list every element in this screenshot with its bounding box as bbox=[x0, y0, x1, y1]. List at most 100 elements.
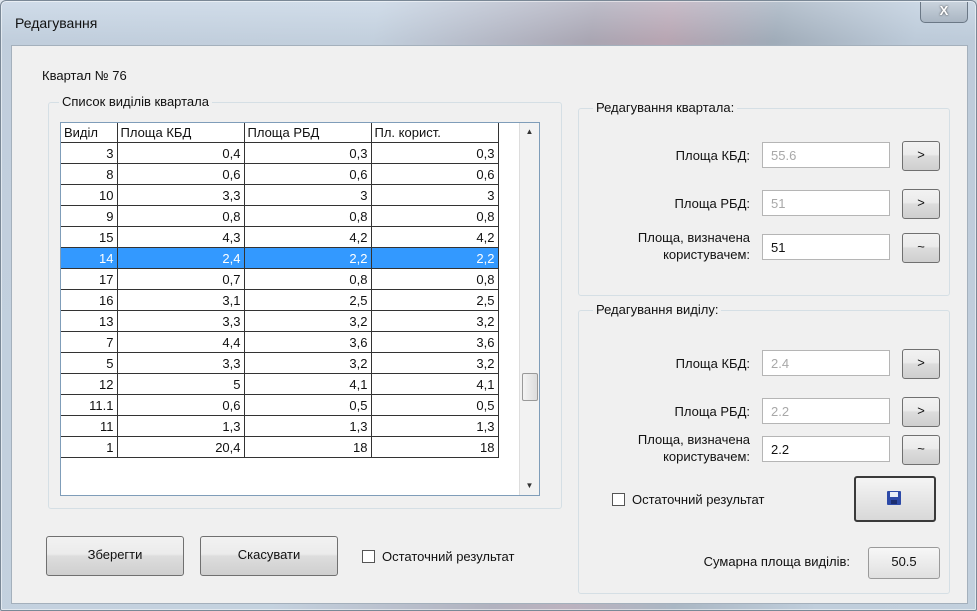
cell-kbd[interactable]: 0,6 bbox=[117, 163, 245, 185]
column-header-vydil[interactable]: Виділ bbox=[61, 123, 118, 143]
cancel-button[interactable]: Скасувати bbox=[200, 536, 338, 576]
quarter-user-tilde-button[interactable]: ~ bbox=[902, 233, 940, 263]
cell-user[interactable]: 4,2 bbox=[371, 226, 499, 248]
cell-kbd[interactable]: 3,3 bbox=[117, 352, 245, 374]
allotment-user-tilde-button[interactable]: ~ bbox=[902, 435, 940, 465]
cell-rbd[interactable]: 3,6 bbox=[244, 331, 372, 353]
cell-rbd[interactable]: 0,5 bbox=[244, 394, 372, 416]
cell-user[interactable]: 2,2 bbox=[371, 247, 499, 269]
cell-kbd[interactable]: 5 bbox=[117, 373, 245, 395]
cell-user[interactable]: 0,8 bbox=[371, 268, 499, 290]
table-row[interactable]: 5 3,3 3,2 3,2 bbox=[61, 352, 499, 374]
allotment-rbd-apply-button[interactable]: > bbox=[902, 397, 940, 427]
cell-kbd[interactable]: 3,1 bbox=[117, 289, 245, 311]
final-result-checkbox-bottom[interactable]: Остаточний результат bbox=[362, 549, 514, 564]
table-row[interactable]: 8 0,6 0,6 0,6 bbox=[61, 163, 499, 185]
checkbox-box[interactable] bbox=[612, 493, 625, 506]
cell-rbd[interactable]: 0,3 bbox=[244, 142, 372, 164]
table-row[interactable]: 14 2,4 2,2 2,2 bbox=[61, 247, 499, 269]
cell-kbd[interactable]: 4,3 bbox=[117, 226, 245, 248]
cell-user[interactable]: 3 bbox=[371, 184, 499, 206]
cell-vydil[interactable]: 17 bbox=[61, 268, 118, 290]
table-row[interactable]: 15 4,3 4,2 4,2 bbox=[61, 226, 499, 248]
table-row[interactable]: 1 20,4 18 18 bbox=[61, 436, 499, 458]
quarter-kbd-apply-button[interactable]: > bbox=[902, 141, 940, 171]
table-row[interactable]: 17 0,7 0,8 0,8 bbox=[61, 268, 499, 290]
column-header-kbd[interactable]: Площа КБД bbox=[117, 123, 245, 143]
cell-vydil[interactable]: 11.1 bbox=[61, 394, 118, 416]
cell-vydil[interactable]: 11 bbox=[61, 415, 118, 437]
scroll-down-arrow-icon[interactable]: ▼ bbox=[520, 477, 539, 495]
close-button[interactable]: X bbox=[920, 2, 968, 23]
allotment-kbd-field[interactable]: 2.4 bbox=[762, 350, 890, 376]
scroll-up-arrow-icon[interactable]: ▲ bbox=[520, 123, 539, 141]
cell-rbd[interactable]: 0,8 bbox=[244, 205, 372, 227]
cell-kbd[interactable]: 0,8 bbox=[117, 205, 245, 227]
cell-rbd[interactable]: 0,6 bbox=[244, 163, 372, 185]
cell-rbd[interactable]: 1,3 bbox=[244, 415, 372, 437]
allotment-rbd-field[interactable]: 2.2 bbox=[762, 398, 890, 424]
cell-rbd[interactable]: 3,2 bbox=[244, 352, 372, 374]
table-row[interactable]: 7 4,4 3,6 3,6 bbox=[61, 331, 499, 353]
table-row[interactable]: 9 0,8 0,8 0,8 bbox=[61, 205, 499, 227]
cell-vydil[interactable]: 7 bbox=[61, 331, 118, 353]
allotment-user-field[interactable]: 2.2 bbox=[762, 436, 890, 462]
cell-user[interactable]: 0,8 bbox=[371, 205, 499, 227]
cell-user[interactable]: 18 bbox=[371, 436, 499, 458]
table-row[interactable]: 13 3,3 3,2 3,2 bbox=[61, 310, 499, 332]
cell-rbd[interactable]: 2,5 bbox=[244, 289, 372, 311]
allotment-kbd-apply-button[interactable]: > bbox=[902, 349, 940, 379]
cell-kbd[interactable]: 4,4 bbox=[117, 331, 245, 353]
final-result-checkbox-allotment[interactable]: Остаточний результат bbox=[612, 492, 764, 507]
cell-rbd[interactable]: 18 bbox=[244, 436, 372, 458]
cell-user[interactable]: 0,6 bbox=[371, 163, 499, 185]
cell-kbd[interactable]: 3,3 bbox=[117, 310, 245, 332]
cell-vydil[interactable]: 9 bbox=[61, 205, 118, 227]
cell-vydil[interactable]: 3 bbox=[61, 142, 118, 164]
table-row[interactable]: 11 1,3 1,3 1,3 bbox=[61, 415, 499, 437]
column-header-rbd[interactable]: Площа РБД bbox=[244, 123, 372, 143]
cell-kbd[interactable]: 2,4 bbox=[117, 247, 245, 269]
cell-kbd[interactable]: 0,7 bbox=[117, 268, 245, 290]
cell-user[interactable]: 1,3 bbox=[371, 415, 499, 437]
cell-rbd[interactable]: 4,1 bbox=[244, 373, 372, 395]
save-button[interactable]: Зберегти bbox=[46, 536, 184, 576]
column-header-user[interactable]: Пл. корист. bbox=[371, 123, 499, 143]
cell-kbd[interactable]: 0,6 bbox=[117, 394, 245, 416]
grid-vertical-scrollbar[interactable]: ▲ ▼ bbox=[519, 123, 539, 495]
table-row[interactable]: 10 3,3 3 3 bbox=[61, 184, 499, 206]
cell-vydil[interactable]: 12 bbox=[61, 373, 118, 395]
cell-vydil[interactable]: 14 bbox=[61, 247, 118, 269]
cell-user[interactable]: 4,1 bbox=[371, 373, 499, 395]
cell-vydil[interactable]: 8 bbox=[61, 163, 118, 185]
cell-vydil[interactable]: 15 bbox=[61, 226, 118, 248]
cell-rbd[interactable]: 4,2 bbox=[244, 226, 372, 248]
table-row[interactable]: 3 0,4 0,3 0,3 bbox=[61, 142, 499, 164]
cell-user[interactable]: 3,6 bbox=[371, 331, 499, 353]
cell-rbd[interactable]: 3,2 bbox=[244, 310, 372, 332]
cell-kbd[interactable]: 3,3 bbox=[117, 184, 245, 206]
cell-user[interactable]: 3,2 bbox=[371, 310, 499, 332]
cell-vydil[interactable]: 10 bbox=[61, 184, 118, 206]
cell-user[interactable]: 2,5 bbox=[371, 289, 499, 311]
cell-vydil[interactable]: 5 bbox=[61, 352, 118, 374]
cell-kbd[interactable]: 1,3 bbox=[117, 415, 245, 437]
table-row[interactable]: 16 3,1 2,5 2,5 bbox=[61, 289, 499, 311]
cell-vydil[interactable]: 13 bbox=[61, 310, 118, 332]
quarter-user-field[interactable]: 51 bbox=[762, 234, 890, 260]
cell-kbd[interactable]: 0,4 bbox=[117, 142, 245, 164]
scroll-thumb[interactable] bbox=[522, 373, 538, 401]
quarter-rbd-field[interactable]: 51 bbox=[762, 190, 890, 216]
cell-user[interactable]: 0,3 bbox=[371, 142, 499, 164]
quarter-kbd-field[interactable]: 55.6 bbox=[762, 142, 890, 168]
table-row[interactable]: 12 5 4,1 4,1 bbox=[61, 373, 499, 395]
cell-vydil[interactable]: 1 bbox=[61, 436, 118, 458]
cell-user[interactable]: 0,5 bbox=[371, 394, 499, 416]
cell-kbd[interactable]: 20,4 bbox=[117, 436, 245, 458]
cell-vydil[interactable]: 16 bbox=[61, 289, 118, 311]
cell-rbd[interactable]: 3 bbox=[244, 184, 372, 206]
save-allotment-button[interactable] bbox=[854, 476, 936, 522]
allotment-grid[interactable]: Виділ Площа КБД Площа РБД Пл. корист. 30… bbox=[60, 122, 540, 496]
table-row[interactable]: 11.1 0,6 0,5 0,5 bbox=[61, 394, 499, 416]
cell-user[interactable]: 3,2 bbox=[371, 352, 499, 374]
